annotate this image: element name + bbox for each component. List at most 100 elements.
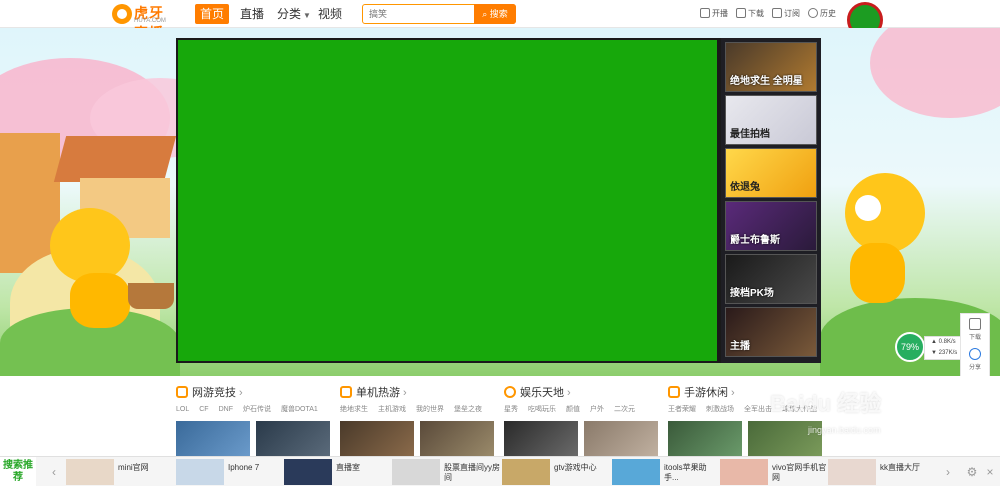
stream-thumbnail[interactable]: 最佳拍档 xyxy=(725,95,817,145)
category-title[interactable]: 娱乐天地 › xyxy=(504,386,571,400)
category-tag[interactable]: CF xyxy=(199,406,208,413)
search-icon: ⌕ xyxy=(482,9,488,19)
rail-share[interactable]: 分享 xyxy=(961,344,989,374)
nav-live[interactable]: 直播 xyxy=(240,4,264,24)
category-tags: 绝地求生 主机游戏 我的世界 堡垒之夜 xyxy=(340,404,492,414)
category-online-games: 网游竞技 › LOL CF DNF 炉石传说 魔兽DOTA1 xyxy=(176,386,336,418)
history-button[interactable]: 历史 xyxy=(808,7,836,21)
category-tag[interactable]: 主机游戏 xyxy=(378,406,406,413)
logo-icon xyxy=(112,4,132,24)
recommend-label: mini官网 xyxy=(118,463,149,472)
category-tag[interactable]: 颜值 xyxy=(566,406,580,413)
stream-title: 接档PK场 xyxy=(730,288,774,299)
category-tag[interactable]: 魔兽DOTA1 xyxy=(281,406,318,413)
rail-download-label: 下载 xyxy=(968,335,981,341)
history-label: 历史 xyxy=(820,9,836,18)
category-tag[interactable]: 二次元 xyxy=(614,406,635,413)
recommend-thumbnail xyxy=(66,459,114,485)
category-tag[interactable]: 星秀 xyxy=(504,406,518,413)
upload-speed: ▲ 0.8K/s xyxy=(931,339,956,345)
search-box: ⌕ 搜索 xyxy=(362,4,516,24)
category-tag[interactable]: 堡垒之夜 xyxy=(454,406,482,413)
subscribe-button[interactable]: 订阅 xyxy=(772,7,800,21)
category-title-label: 网游竞技 xyxy=(192,387,236,399)
basket-illustration xyxy=(128,283,174,309)
house-roof-illustration xyxy=(53,136,177,182)
chevron-left-icon[interactable]: ‹ xyxy=(48,465,60,479)
stream-tile[interactable] xyxy=(504,421,578,456)
start-broadcast-button[interactable]: 开播 xyxy=(700,7,728,21)
chevron-right-icon: › xyxy=(403,387,407,399)
recommended-streams-list: 绝地求生 全明星 最佳拍档 依退兔 爵士布鲁斯 接档PK场 主播 xyxy=(721,38,821,363)
stream-title: 主播 xyxy=(730,341,750,352)
category-tag[interactable]: 全军出击 xyxy=(744,406,772,413)
category-tag[interactable]: 吃喝玩乐 xyxy=(528,406,556,413)
stream-thumbnail[interactable]: 依退兔 xyxy=(725,148,817,198)
stream-tile[interactable] xyxy=(420,421,494,456)
start-broadcast-label: 开播 xyxy=(712,9,728,18)
recommend-label: gtv游戏中心 xyxy=(554,463,597,472)
chevron-right-icon[interactable]: › xyxy=(942,465,954,479)
download-button[interactable]: 下载 xyxy=(736,7,764,21)
rail-download[interactable]: 下载 xyxy=(961,314,989,344)
stream-thumbnail[interactable]: 接档PK场 xyxy=(725,254,817,304)
rail-share-label: 分享 xyxy=(968,365,981,371)
close-icon[interactable]: × xyxy=(984,465,996,479)
recommend-thumbnail xyxy=(502,459,550,485)
search-button[interactable]: ⌕ 搜索 xyxy=(474,4,516,24)
category-tag[interactable]: 户外 xyxy=(590,406,604,413)
stream-tile[interactable] xyxy=(668,421,742,456)
category-title[interactable]: 单机热游 › xyxy=(340,386,407,400)
search-input[interactable] xyxy=(369,6,469,22)
nav-home[interactable]: 首页 xyxy=(195,4,229,24)
stream-title: 绝地求生 全明星 xyxy=(730,76,803,87)
mascot-right-body xyxy=(850,243,905,303)
mascot-eye xyxy=(855,195,881,221)
stream-thumbnail[interactable]: 绝地求生 全明星 xyxy=(725,42,817,92)
video-screen[interactable] xyxy=(178,40,717,361)
stream-thumbnail[interactable]: 主播 xyxy=(725,307,817,357)
category-title[interactable]: 手游休闲 › xyxy=(668,386,735,400)
clock-icon xyxy=(808,8,818,18)
chevron-down-icon: ▼ xyxy=(303,11,311,20)
stream-title: 爵士布鲁斯 xyxy=(730,235,780,246)
recommend-thumbnail xyxy=(284,459,332,485)
category-title[interactable]: 网游竞技 › xyxy=(176,386,243,400)
recommend-label: vivo官网手机官网 xyxy=(772,463,827,482)
network-speed-ball[interactable]: 79% xyxy=(895,332,925,362)
recommend-label: kk直播大厅 xyxy=(880,463,920,472)
subscribe-label: 订阅 xyxy=(784,9,800,18)
category-tag[interactable]: 王者荣耀 xyxy=(668,406,696,413)
category-tag[interactable]: 炉石传说 xyxy=(243,406,271,413)
chevron-right-icon: › xyxy=(567,387,571,399)
recommend-thumbnail xyxy=(828,459,876,485)
chevron-right-icon: › xyxy=(239,387,243,399)
category-tag[interactable]: LOL xyxy=(176,406,189,413)
recommend-thumbnail xyxy=(720,459,768,485)
category-tag[interactable]: 我的世界 xyxy=(416,406,444,413)
mascot-left-body xyxy=(70,273,130,328)
search-recommend-label: 搜索推荐 xyxy=(0,457,36,486)
stream-tile[interactable] xyxy=(340,421,414,456)
settings-icon[interactable]: ⚙ xyxy=(966,465,978,479)
category-tag[interactable]: 绝地求生 xyxy=(340,406,368,413)
recommend-thumbnail xyxy=(612,459,660,485)
category-entertainment: 娱乐天地 › 星秀 吃喝玩乐 颜值 户外 二次元 xyxy=(504,386,664,418)
category-title-label: 手游休闲 xyxy=(684,387,728,399)
stream-tile[interactable] xyxy=(256,421,330,456)
category-tag[interactable]: 刺激战场 xyxy=(706,406,734,413)
recommend-label: itools苹果助手... xyxy=(664,463,707,482)
stream-tile[interactable] xyxy=(584,421,658,456)
category-tags: 星秀 吃喝玩乐 颜值 户外 二次元 xyxy=(504,404,645,414)
upload-speed-value: 0.8K/s xyxy=(938,339,956,345)
nav-video[interactable]: 视频 xyxy=(318,4,342,24)
nav-category[interactable]: 分类 ▼ xyxy=(277,4,311,24)
download-speed: ▼ 237K/s xyxy=(931,350,958,356)
top-navigation-bar: 虎牙直播 HUYA.COM 首页 直播 分类▼ 视频 ⌕ 搜索 开播 下载 订阅… xyxy=(0,0,1000,41)
huya-logo[interactable]: 虎牙直播 HUYA.COM xyxy=(112,3,178,41)
category-tag[interactable]: DNF xyxy=(219,406,233,413)
stream-tile[interactable] xyxy=(176,421,250,456)
category-single-games: 单机热游 › 绝地求生 主机游戏 我的世界 堡垒之夜 xyxy=(340,386,500,418)
recommend-label: 直播室 xyxy=(336,463,360,472)
stream-thumbnail[interactable]: 爵士布鲁斯 xyxy=(725,201,817,251)
